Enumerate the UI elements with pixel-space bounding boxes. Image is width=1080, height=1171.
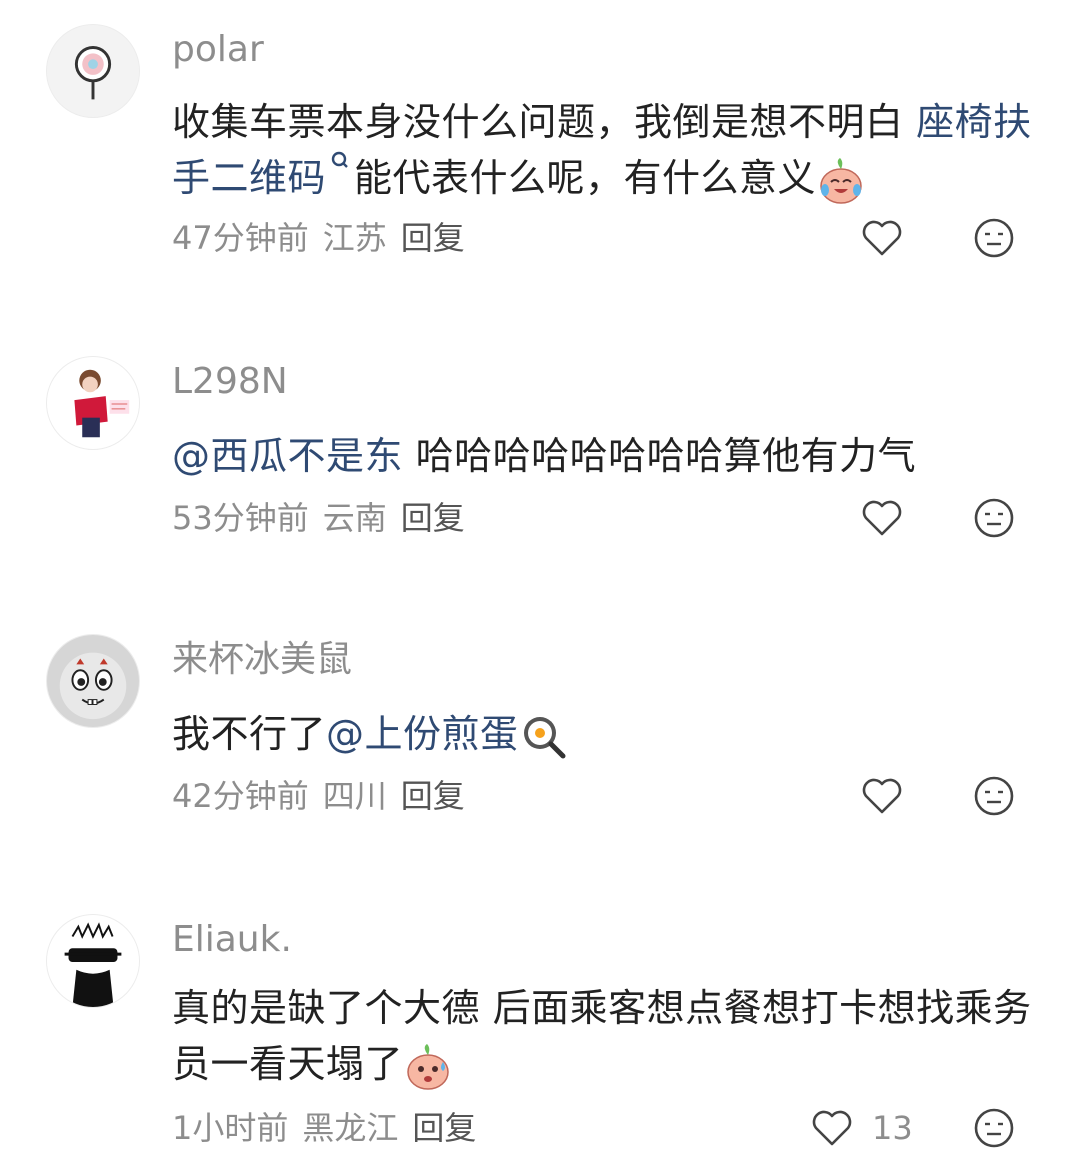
neutral-face-icon[interactable] — [972, 1106, 1016, 1150]
location: 云南 — [322, 499, 387, 537]
comment-meta: 53分钟前 云南 回复 — [172, 498, 479, 538]
avatar[interactable] — [46, 24, 140, 118]
avatar[interactable] — [46, 356, 140, 450]
avatar[interactable] — [46, 634, 140, 728]
neutral-face-icon[interactable] — [972, 496, 1016, 540]
lollipop-avatar-image — [47, 25, 139, 117]
avatar[interactable] — [46, 914, 140, 1008]
search-icon[interactable] — [330, 150, 350, 176]
comment-text: @西瓜不是东 哈哈哈哈哈哈哈哈算他有力气 — [172, 428, 1032, 484]
mention-link[interactable]: @上份煎蛋 — [326, 712, 519, 756]
username[interactable]: 来杯冰美鼠 — [172, 638, 352, 682]
comment-text-part: 收集车票本身没什么问题，我倒是想不明白 — [172, 100, 917, 144]
person-avatar-image — [47, 357, 139, 449]
username[interactable]: polar — [172, 28, 264, 72]
comment-text: 收集车票本身没什么问题，我倒是想不明白 座椅扶手二维码 能代表什么呢，有什么意义 — [172, 94, 1032, 206]
sweat-peach-emoji — [407, 1043, 449, 1090]
heart-outline-icon[interactable] — [860, 776, 904, 816]
cartoon-mouse-avatar-image — [47, 635, 139, 727]
reply-button[interactable]: 回复 — [412, 1109, 476, 1147]
heart-outline-icon[interactable] — [860, 218, 904, 258]
sunglasses-character-avatar-image — [47, 915, 139, 1007]
heart-outline-icon[interactable] — [860, 498, 904, 538]
reply-button[interactable]: 回复 — [401, 219, 465, 257]
location: 四川 — [322, 777, 387, 815]
username[interactable]: Eliauk. — [172, 918, 292, 962]
reply-button[interactable]: 回复 — [401, 777, 465, 815]
comment-meta: 42分钟前 四川 回复 — [172, 776, 479, 816]
comment-text-part: 哈哈哈哈哈哈哈哈算他有力气 — [403, 434, 917, 478]
location: 黑龙江 — [302, 1109, 399, 1147]
crying-laughing-peach-emoji — [820, 157, 862, 204]
comment-text-part: 能代表什么呢，有什么意义 — [354, 156, 817, 200]
neutral-face-icon[interactable] — [972, 216, 1016, 260]
heart-outline-icon[interactable] — [810, 1108, 854, 1148]
like-count: 13 — [872, 1109, 913, 1147]
timestamp: 47分钟前 — [172, 219, 309, 257]
reply-button[interactable]: 回复 — [401, 499, 465, 537]
comment-text: 真的是缺了个大德 后面乘客想点餐想打卡想找乘务员一看天塌了 — [172, 980, 1032, 1092]
mention-link[interactable]: @西瓜不是东 — [172, 434, 403, 478]
comment-text-part: 我不行了 — [172, 712, 327, 756]
comment-text: 我不行了@上份煎蛋 — [172, 706, 1032, 762]
timestamp: 1小时前 — [172, 1109, 289, 1147]
comment-meta: 47分钟前 江苏 回复 — [172, 218, 479, 258]
neutral-face-icon[interactable] — [972, 774, 1016, 818]
username[interactable]: L298N — [172, 360, 288, 404]
comment-meta: 1小时前 黑龙江 回复 — [172, 1108, 490, 1148]
timestamp: 42分钟前 — [172, 777, 309, 815]
comment-text-part: 真的是缺了个大德 后面乘客想点餐想打卡想找乘务员一看天塌了 — [172, 986, 1032, 1086]
location: 江苏 — [322, 219, 387, 257]
timestamp: 53分钟前 — [172, 499, 309, 537]
fried-egg-pan-emoji — [523, 716, 566, 758]
